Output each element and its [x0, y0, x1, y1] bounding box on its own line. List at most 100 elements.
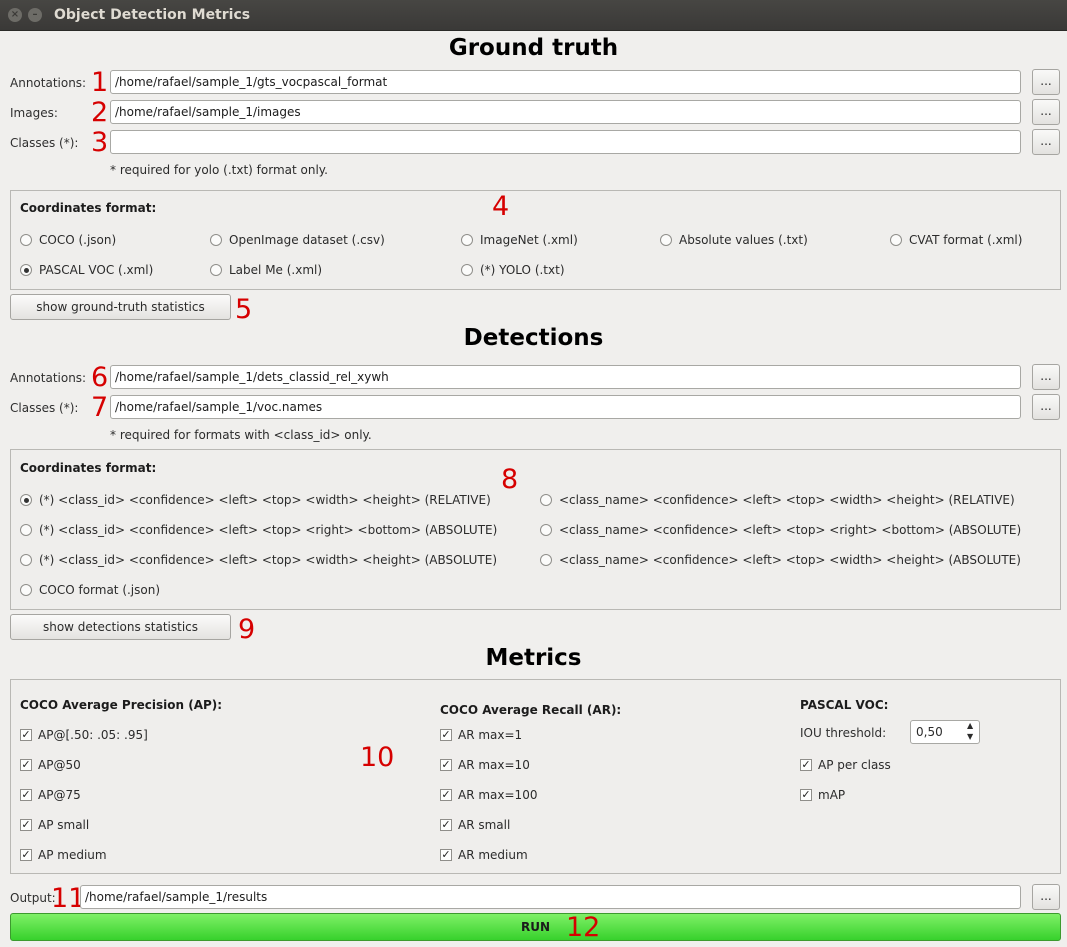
det-format-classid-abs-xyrb[interactable]: (*) <class_id> <confidence> <left> <top>…	[20, 523, 497, 537]
marker-2: 2	[91, 97, 109, 128]
marker-10: 10	[360, 742, 395, 773]
gt-classes-label: Classes (*):	[10, 136, 79, 150]
show-gt-stats-button[interactable]: show ground-truth statistics	[10, 294, 231, 320]
coco-ar-title: COCO Average Recall (AR):	[440, 703, 622, 717]
gt-format-absolute[interactable]: Absolute values (.txt)	[660, 233, 808, 247]
det-classes-field[interactable]: /home/rafael/sample_1/voc.names	[110, 395, 1021, 419]
checkbox-checked-icon: ✓	[20, 758, 32, 771]
check-ar-medium[interactable]: ✓ AR medium	[440, 848, 528, 862]
gt-format-labelme[interactable]: Label Me (.xml)	[210, 263, 322, 277]
radio-icon	[540, 494, 552, 506]
check-ap50[interactable]: ✓ AP@50	[20, 758, 81, 772]
det-format-classid-abs-xywh[interactable]: (*) <class_id> <confidence> <left> <top>…	[20, 553, 497, 567]
output-browse-button[interactable]: ...	[1032, 884, 1060, 910]
gt-format-yolo[interactable]: (*) YOLO (.txt)	[461, 263, 565, 277]
iou-threshold-label: IOU threshold:	[800, 726, 887, 740]
marker-12: 12	[566, 912, 601, 943]
spin-down-icon[interactable]: ▼	[967, 732, 973, 742]
checkbox-checked-icon: ✓	[800, 758, 812, 771]
checkbox-checked-icon: ✓	[20, 848, 32, 861]
radio-icon	[210, 234, 222, 246]
det-format-classname-rel-xywh[interactable]: <class_name> <confidence> <left> <top> <…	[540, 493, 1015, 507]
run-button[interactable]: RUN	[10, 913, 1061, 941]
checkbox-checked-icon: ✓	[440, 788, 452, 801]
det-classes-note: * required for formats with <class_id> o…	[110, 428, 372, 442]
gt-format-cvat[interactable]: CVAT format (.xml)	[890, 233, 1022, 247]
output-field[interactable]: /home/rafael/sample_1/results	[80, 885, 1021, 909]
gt-annotations-field[interactable]: /home/rafael/sample_1/gts_vocpascal_form…	[110, 70, 1021, 94]
show-det-stats-button[interactable]: show detections statistics	[10, 614, 231, 640]
marker-7: 7	[91, 392, 109, 423]
check-ar-max100[interactable]: ✓ AR max=100	[440, 788, 537, 802]
det-format-classname-abs-xywh[interactable]: <class_name> <confidence> <left> <top> <…	[540, 553, 1021, 567]
det-annotations-browse-button[interactable]: ...	[1032, 364, 1060, 390]
gt-images-browse-button[interactable]: ...	[1032, 99, 1060, 125]
det-classes-label: Classes (*):	[10, 401, 79, 415]
radio-icon	[210, 264, 222, 276]
detections-heading: Detections	[463, 325, 604, 351]
radio-icon	[20, 554, 32, 566]
checkbox-checked-icon: ✓	[20, 818, 32, 831]
det-annotations-label: Annotations:	[10, 371, 87, 385]
checkbox-checked-icon: ✓	[20, 788, 32, 801]
check-ap75[interactable]: ✓ AP@75	[20, 788, 81, 802]
radio-icon	[20, 234, 32, 246]
gt-format-openimage[interactable]: OpenImage dataset (.csv)	[210, 233, 385, 247]
radio-selected-icon	[20, 494, 32, 506]
spin-up-icon[interactable]: ▲	[967, 721, 973, 731]
pascal-voc-title: PASCAL VOC:	[800, 698, 889, 712]
gt-annotations-browse-button[interactable]: ...	[1032, 69, 1060, 95]
close-icon[interactable]: ×	[8, 8, 22, 22]
checkbox-checked-icon: ✓	[440, 818, 452, 831]
radio-icon	[20, 524, 32, 536]
checkbox-checked-icon: ✓	[20, 728, 32, 741]
output-label: Output:	[10, 891, 56, 905]
check-ar-max1[interactable]: ✓ AR max=1	[440, 728, 522, 742]
checkbox-checked-icon: ✓	[440, 758, 452, 771]
det-coords-title: Coordinates format:	[20, 461, 157, 475]
det-format-classid-rel-xywh[interactable]: (*) <class_id> <confidence> <left> <top>…	[20, 493, 491, 507]
radio-selected-icon	[20, 264, 32, 276]
gt-images-field[interactable]: /home/rafael/sample_1/images	[110, 100, 1021, 124]
check-ar-max10[interactable]: ✓ AR max=10	[440, 758, 530, 772]
check-ap-all[interactable]: ✓ AP@[.50: .05: .95]	[20, 728, 148, 742]
window-title: Object Detection Metrics	[54, 7, 251, 23]
window-titlebar: × – Object Detection Metrics	[0, 0, 1067, 31]
marker-6: 6	[91, 362, 109, 393]
gt-classes-browse-button[interactable]: ...	[1032, 129, 1060, 155]
gt-annotations-label: Annotations:	[10, 76, 87, 90]
check-map[interactable]: ✓ mAP	[800, 788, 845, 802]
radio-icon	[890, 234, 902, 246]
radio-icon	[461, 264, 473, 276]
checkbox-checked-icon: ✓	[440, 848, 452, 861]
gt-format-pascal-voc[interactable]: PASCAL VOC (.xml)	[20, 263, 153, 277]
gt-format-coco[interactable]: COCO (.json)	[20, 233, 116, 247]
det-annotations-field[interactable]: /home/rafael/sample_1/dets_classid_rel_x…	[110, 365, 1021, 389]
marker-1: 1	[91, 67, 109, 98]
check-ap-small[interactable]: ✓ AP small	[20, 818, 89, 832]
gt-format-imagenet[interactable]: ImageNet (.xml)	[461, 233, 578, 247]
radio-icon	[20, 584, 32, 596]
marker-5: 5	[235, 294, 253, 325]
gt-classes-note: * required for yolo (.txt) format only.	[110, 163, 328, 177]
ground-truth-heading: Ground truth	[448, 35, 619, 61]
radio-icon	[461, 234, 473, 246]
coco-ap-title: COCO Average Precision (AP):	[20, 698, 223, 712]
gt-coords-title: Coordinates format:	[20, 201, 157, 215]
gt-classes-field[interactable]	[110, 130, 1021, 154]
det-format-classname-abs-xyrb[interactable]: <class_name> <confidence> <left> <top> <…	[540, 523, 1021, 537]
marker-4: 4	[492, 191, 510, 222]
det-format-coco-json[interactable]: COCO format (.json)	[20, 583, 160, 597]
check-ap-medium[interactable]: ✓ AP medium	[20, 848, 107, 862]
det-classes-browse-button[interactable]: ...	[1032, 394, 1060, 420]
run-label: RUN	[520, 920, 551, 934]
marker-3: 3	[91, 127, 109, 158]
radio-icon	[540, 524, 552, 536]
minimize-icon[interactable]: –	[28, 8, 42, 22]
check-ap-per-class[interactable]: ✓ AP per class	[800, 758, 891, 772]
checkbox-checked-icon: ✓	[800, 788, 812, 801]
gt-images-label: Images:	[10, 106, 58, 120]
checkbox-checked-icon: ✓	[440, 728, 452, 741]
iou-threshold-spinbox[interactable]: 0,50 ▲ ▼	[910, 720, 980, 744]
check-ar-small[interactable]: ✓ AR small	[440, 818, 510, 832]
